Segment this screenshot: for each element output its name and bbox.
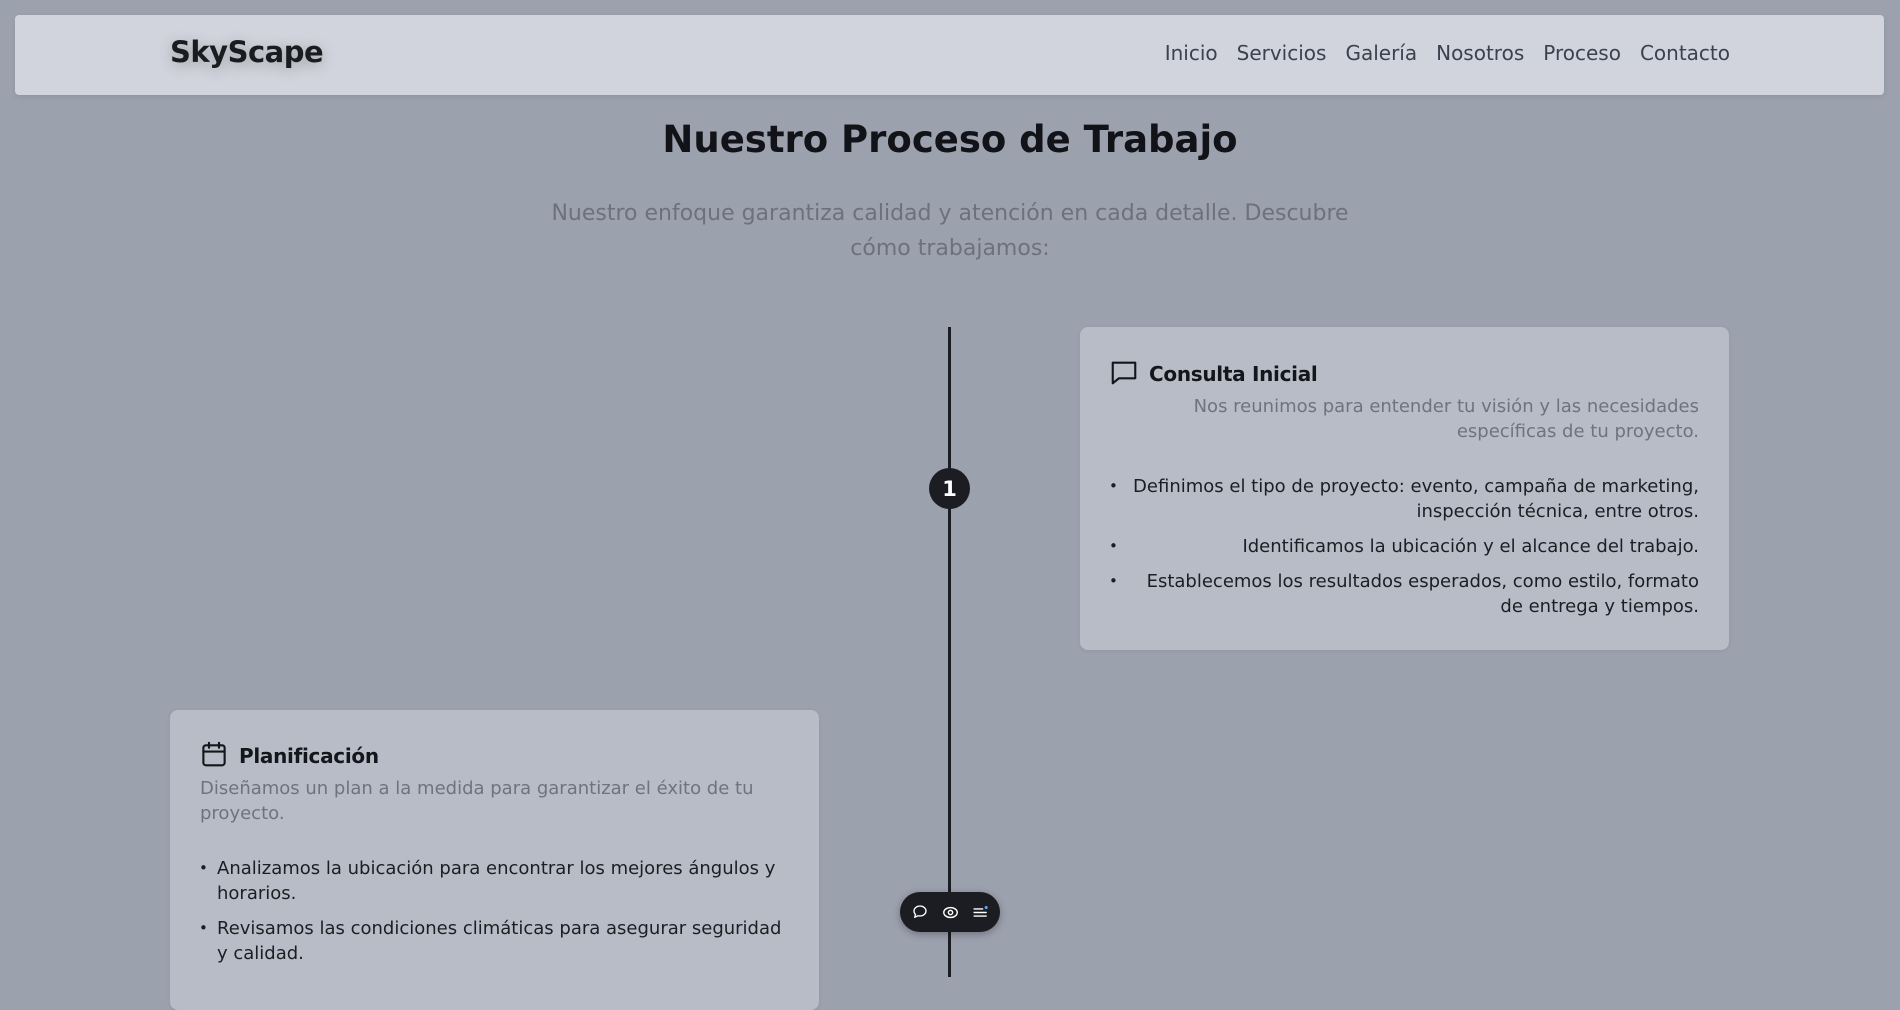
card-header: Consulta Inicial xyxy=(1109,357,1318,391)
nav-links: Inicio Servicios Galería Nosotros Proces… xyxy=(1165,41,1730,65)
step-marker-1: 1 xyxy=(929,468,970,509)
calendar-icon xyxy=(199,739,229,773)
card-list: Definimos el tipo de proyecto: evento, c… xyxy=(1109,474,1699,629)
card-header: Planificación xyxy=(199,739,379,773)
menu-icon[interactable] xyxy=(971,903,989,921)
nav-link-proceso[interactable]: Proceso xyxy=(1543,41,1621,65)
floating-toolbar xyxy=(900,892,1000,932)
list-item: Identificamos la ubicación y el alcance … xyxy=(1109,534,1699,559)
comment-icon[interactable] xyxy=(911,903,929,921)
card-description: Diseñamos un plan a la medida para garan… xyxy=(200,778,754,824)
step-card-consulta-inicial: Consulta Inicial Nos reunimos para enten… xyxy=(1080,327,1729,650)
eye-icon[interactable] xyxy=(941,903,959,921)
brand-logo[interactable]: SkyScape xyxy=(170,35,324,69)
list-item: Revisamos las condiciones climáticas par… xyxy=(199,916,791,966)
list-item: Analizamos la ubicación para encontrar l… xyxy=(199,856,791,906)
nav-link-inicio[interactable]: Inicio xyxy=(1165,41,1218,65)
nav-link-nosotros[interactable]: Nosotros xyxy=(1436,41,1524,65)
page-subtitle: Nuestro enfoque garantiza calidad y aten… xyxy=(551,201,1349,261)
nav-link-servicios[interactable]: Servicios xyxy=(1237,41,1327,65)
nav-link-contacto[interactable]: Contacto xyxy=(1640,41,1730,65)
list-item: Establecemos los resultados esperados, c… xyxy=(1109,569,1699,619)
card-title: Consulta Inicial xyxy=(1149,362,1318,386)
page-title: Nuestro Proceso de Trabajo xyxy=(662,118,1238,161)
navbar: SkyScape Inicio Servicios Galería Nosotr… xyxy=(15,15,1884,95)
step-card-planificacion: Planificación Diseñamos un plan a la med… xyxy=(170,710,819,1010)
nav-link-galeria[interactable]: Galería xyxy=(1345,41,1417,65)
card-list: Analizamos la ubicación para encontrar l… xyxy=(199,856,791,976)
chat-bubble-icon xyxy=(1109,357,1139,391)
card-description: Nos reunimos para entender tu visión y l… xyxy=(1193,396,1699,442)
timeline-line xyxy=(948,327,951,977)
list-item: Definimos el tipo de proyecto: evento, c… xyxy=(1109,474,1699,524)
card-title: Planificación xyxy=(239,744,379,768)
